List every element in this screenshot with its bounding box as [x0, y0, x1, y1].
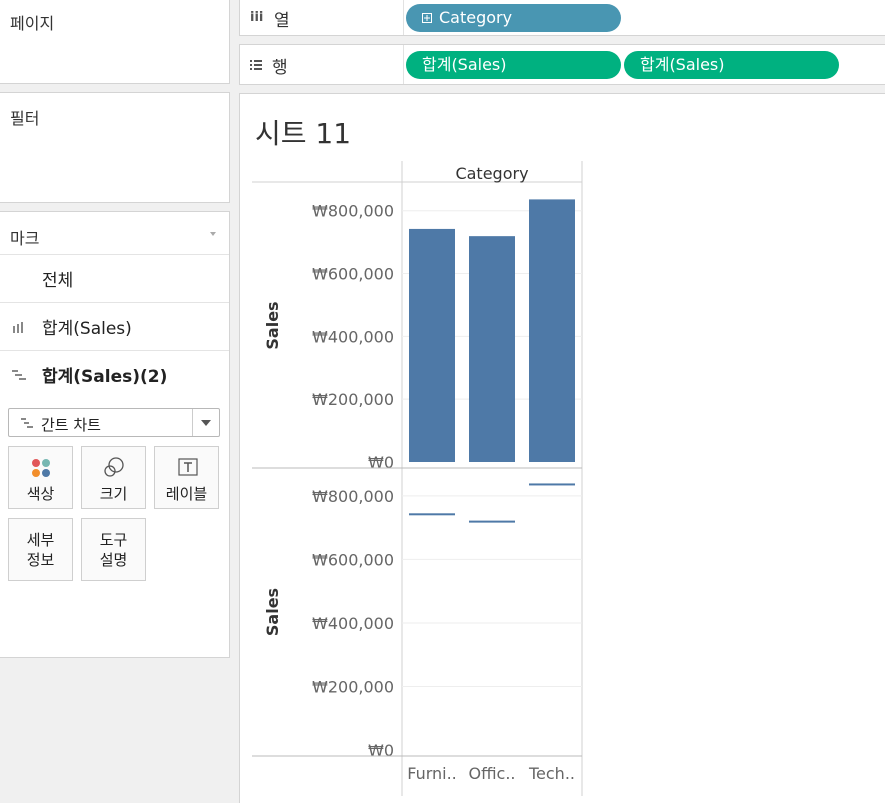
sales-pill-2[interactable]: 합계(Sales): [624, 51, 839, 79]
columns-label: 열: [274, 11, 290, 31]
bar-1: [469, 236, 515, 462]
detail-label-line2: 정보: [26, 551, 55, 569]
expand-icon: [422, 13, 432, 23]
gantt-mark-2: [529, 483, 575, 486]
y-tick-label: ₩800,000: [312, 487, 394, 506]
label-button[interactable]: 레이블: [154, 446, 219, 509]
marks-menu-icon[interactable]: [210, 232, 216, 236]
y-tick-label: ₩800,000: [312, 202, 394, 221]
sales-pill-1-label: 합계(Sales): [422, 55, 507, 74]
y-axis-title: Sales: [263, 301, 282, 349]
marks-tab-all[interactable]: 전체: [0, 254, 229, 302]
y-tick-label: ₩200,000: [312, 677, 394, 696]
view-pane: 시트 11 Category ₩0 ₩200,000 ₩400,000 ₩600,000…: [239, 93, 885, 803]
tooltip-button[interactable]: 도구 설명: [81, 518, 146, 581]
y-tick-label: ₩200,000: [312, 390, 394, 409]
filters-title: 필터: [10, 109, 40, 128]
mark-type-value: 간트 차트: [41, 416, 101, 434]
color-label: 색상: [26, 485, 55, 503]
x-tick-label: Furni..: [407, 764, 457, 783]
bar-2: [529, 199, 575, 462]
color-button[interactable]: 색상: [8, 446, 73, 509]
y-axis-title: Sales: [263, 588, 282, 636]
columns-shelf[interactable]: iii 열 Category: [239, 0, 885, 36]
marks-title: 마크: [10, 229, 40, 248]
size-icon: [104, 457, 124, 477]
filters-card[interactable]: 필터: [0, 92, 230, 203]
marks-tab-sales-label: 합계(Sales): [42, 319, 132, 339]
sales-pill-2-label: 합계(Sales): [640, 55, 725, 74]
chevron-down-icon[interactable]: [192, 409, 219, 436]
gantt-mark-1: [469, 520, 515, 523]
detail-button[interactable]: 세부 정보: [8, 518, 73, 581]
marks-tab-sales-2-label: 합계(Sales)(2): [42, 367, 168, 387]
marks-tab-sales[interactable]: 합계(Sales): [0, 302, 229, 350]
tooltip-label-line1: 도구: [99, 531, 128, 549]
columns-icon: iii: [250, 10, 264, 25]
category-pill-label: Category: [439, 8, 513, 27]
bar-0: [409, 228, 455, 462]
shelf-divider: [403, 0, 404, 35]
chart: Category ₩0 ₩200,000 ₩400,000 ₩600,000 ₩800,0…: [252, 161, 583, 796]
marks-tab-sales-2[interactable]: 합계(Sales)(2): [0, 350, 229, 398]
marks-tab-all-label: 전체: [42, 271, 74, 291]
column-header: Category: [455, 164, 528, 183]
mark-type-dropdown[interactable]: 간트 차트: [8, 408, 220, 437]
label-label: 레이블: [165, 485, 208, 503]
y-tick-label: ₩0: [368, 453, 394, 472]
x-tick-label: Offic..: [468, 764, 515, 783]
marks-card: 마크 전체 합계(Sales) 합계(Sales)(2) 간트 차트 색상 크기: [0, 211, 230, 658]
y-tick-label: ₩600,000: [312, 550, 394, 569]
color-icon: [32, 459, 50, 477]
rows-shelf[interactable]: 행 합계(Sales) 합계(Sales): [239, 44, 885, 85]
gantt-mark-icon: [12, 370, 26, 380]
y-tick-label: ₩400,000: [312, 614, 394, 633]
sales-pill-1[interactable]: 합계(Sales): [406, 51, 621, 79]
category-pill[interactable]: Category: [406, 4, 621, 32]
x-tick-label: Tech..: [528, 764, 575, 783]
gantt-mark-0: [409, 513, 455, 516]
rows-icon: [250, 60, 262, 70]
y-tick-label: ₩400,000: [312, 327, 394, 346]
pages-card[interactable]: 페이지: [0, 0, 230, 84]
size-button[interactable]: 크기: [81, 446, 146, 509]
tooltip-label-line2: 설명: [99, 551, 128, 569]
rows-label: 행: [272, 58, 288, 78]
bar-mark-icon: [13, 322, 23, 333]
shelf-divider: [403, 45, 404, 84]
size-label: 크기: [99, 485, 128, 503]
pages-title: 페이지: [10, 14, 55, 33]
text-label-icon: [178, 458, 198, 476]
y-tick-label: ₩0: [368, 741, 394, 760]
gantt-icon: [21, 418, 33, 428]
detail-label-line1: 세부: [26, 531, 55, 549]
y-tick-label: ₩600,000: [312, 265, 394, 284]
